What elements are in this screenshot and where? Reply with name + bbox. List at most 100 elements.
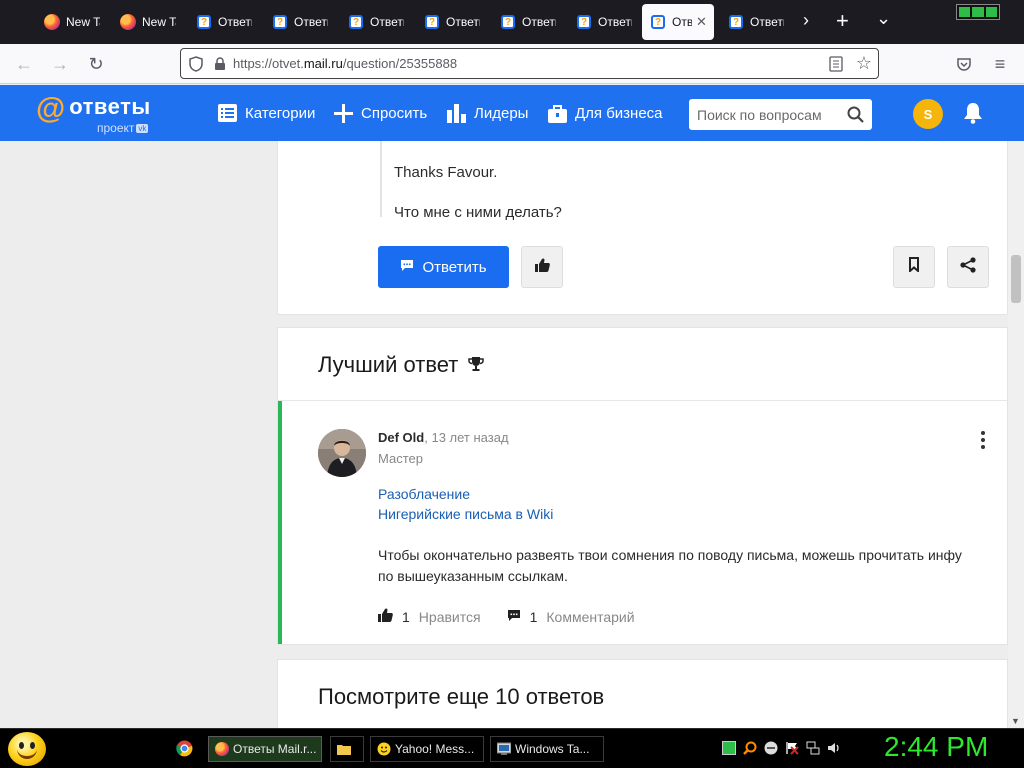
taskbar-item-yahoo-messenger[interactable]: Yahoo! Mess... (370, 736, 484, 762)
tab-title: Ответы Mail.ru (750, 15, 784, 29)
browser-tab-active[interactable]: ? Ответы Mail.ru ✕ (642, 4, 714, 40)
author-name[interactable]: Def Old (378, 430, 424, 445)
nav-ask[interactable]: Спросить (334, 85, 427, 141)
reply-button[interactable]: Ответить (378, 246, 509, 288)
menu-icon[interactable]: ≡ (988, 52, 1012, 76)
best-answer: Def Old, 13 лет назад Мастер Разоблачени… (278, 401, 1007, 644)
nav-leaders[interactable]: Лидеры (447, 85, 528, 141)
browser-tab-strip: New Tab New Tab ? Ответы Mail.ru ? Ответ… (0, 0, 1024, 44)
otvety-logo[interactable]: @ ответы проект vk (36, 92, 151, 136)
logo-subtitle: проект vk (97, 121, 149, 135)
tray-app-icon[interactable] (722, 741, 736, 755)
bookmark-button[interactable] (893, 246, 935, 288)
firefox-icon (215, 742, 229, 756)
comment-icon[interactable] (507, 609, 521, 625)
author-avatar[interactable] (318, 429, 366, 477)
browser-tab[interactable]: ? Ответы Mail.ru (264, 4, 328, 40)
more-options-icon[interactable] (981, 431, 987, 449)
taskbar-item-task-manager[interactable]: Windows Ta... (490, 736, 604, 762)
bell-icon[interactable] (963, 102, 983, 124)
answer-actions: 1 Нравится 1 Комментарий (378, 608, 635, 625)
browser-tab[interactable]: ? Ответы Mail.ru (568, 4, 632, 40)
vk-icon: vk (136, 124, 149, 133)
logo-name: ответы (69, 94, 151, 119)
tab-title: Ответы Mail.ru (672, 15, 692, 29)
taskbar-item-firefox[interactable]: Ответы Mail.r... (208, 736, 322, 762)
comments-button[interactable]: Комментарий (546, 609, 634, 625)
tray-volume-icon[interactable] (827, 741, 841, 755)
tab-title: Ответы Mail.ru (294, 15, 328, 29)
scroll-down-icon[interactable]: ▼ (1011, 716, 1020, 726)
shield-icon[interactable] (181, 55, 211, 72)
tab-title: Ответы Mail.ru (598, 15, 632, 29)
taskbar: Ответы Mail.r... Yahoo! Mess... Windows … (0, 728, 1024, 768)
system-tray (722, 740, 841, 756)
tab-title: New Tab (66, 15, 100, 29)
url-text: https://otvet.mail.ru/question/25355888 (233, 56, 458, 71)
reader-view-icon[interactable] (821, 55, 851, 72)
like-button[interactable]: Нравится (419, 609, 481, 625)
at-sign-icon: @ (36, 92, 66, 125)
nav-business[interactable]: Для бизнеса (548, 85, 663, 141)
site-header: @ ответы проект vk Категории Спросить Лид… (0, 85, 1024, 141)
close-tab-icon[interactable]: ✕ (696, 14, 707, 30)
comment-icon (400, 259, 414, 276)
browser-tab[interactable]: ? Ответы Mail.ru (416, 4, 480, 40)
forward-icon[interactable]: → (48, 52, 72, 76)
search-box (689, 99, 872, 130)
search-icon[interactable] (847, 106, 864, 123)
page-scrollbar[interactable]: ▼ (1008, 141, 1024, 728)
nav-leaders-label: Лидеры (474, 104, 529, 122)
firefox-icon (120, 14, 136, 30)
otvety-icon: ? (272, 14, 288, 30)
share-button[interactable] (947, 246, 989, 288)
otvety-icon: ? (196, 14, 212, 30)
pocket-icon[interactable] (952, 52, 976, 76)
taskbar-clock[interactable]: 2:44 PM (884, 731, 988, 763)
start-smiley-icon[interactable] (8, 732, 46, 766)
back-icon[interactable]: ← (12, 52, 36, 76)
share-icon (960, 256, 976, 278)
nav-categories-label: Категории (245, 104, 316, 122)
answer-text: Чтобы окончательно развеять твои сомнени… (378, 547, 962, 584)
user-avatar[interactable]: S (913, 99, 943, 129)
main-content: Thanks Favour. Что мне с ними делать? От… (0, 141, 1008, 728)
answer-link[interactable]: Нигерийские письма в Wiki (378, 506, 553, 522)
tray-network-icon[interactable] (806, 741, 820, 755)
url-bar[interactable]: https://otvet.mail.ru/question/25355888 … (180, 48, 879, 79)
browser-tab[interactable]: New Tab (36, 4, 100, 40)
scrollbar-thumb[interactable] (1011, 255, 1021, 303)
tray-search-icon[interactable] (743, 741, 757, 755)
nav-categories[interactable]: Категории (218, 85, 315, 141)
browser-tab[interactable]: New Tab (112, 4, 176, 40)
browser-tab[interactable]: ? Ответы Mail.ru (720, 4, 784, 40)
monitor-icon (496, 742, 512, 756)
search-input[interactable] (697, 106, 837, 123)
like-question-button[interactable] (521, 246, 563, 288)
more-answers-card: Посмотрите еще 10 ответов (277, 659, 1008, 728)
thumbs-up-icon[interactable] (378, 608, 393, 625)
otvety-icon: ? (576, 14, 592, 30)
browser-navbar: ← → ↻ https://otvet.mail.ru/question/253… (0, 44, 1024, 84)
browser-tab[interactable]: ? Ответы Mail.ru (188, 4, 252, 40)
tab-title: Ответы Mail.ru (522, 15, 556, 29)
browser-tab[interactable]: ? Ответы Mail.ru (492, 4, 556, 40)
chrome-icon[interactable] (176, 740, 193, 762)
more-answers-title[interactable]: Посмотрите еще 10 ответов (318, 684, 604, 710)
bookmark-star-icon[interactable]: ☆ (849, 53, 879, 74)
answer-link[interactable]: Разоблачение (378, 486, 470, 502)
tab-title: Ответы Mail.ru (446, 15, 480, 29)
reload-icon[interactable]: ↻ (84, 52, 108, 76)
firefox-icon (44, 14, 60, 30)
reply-button-label: Ответить (422, 258, 487, 276)
likes-count: 1 (402, 608, 410, 625)
scroll-tabs-right-icon[interactable]: › (803, 10, 809, 31)
list-tabs-icon[interactable]: ⌄ (876, 8, 891, 29)
browser-tab[interactable]: ? Ответы Mail.ru (340, 4, 404, 40)
nav-business-label: Для бизнеса (575, 104, 663, 122)
taskbar-item-folder[interactable] (330, 736, 364, 762)
lock-icon[interactable] (211, 56, 229, 71)
tray-messenger-icon[interactable] (764, 741, 778, 755)
tray-flag-icon[interactable] (785, 741, 799, 755)
new-tab-icon[interactable]: + (836, 8, 849, 34)
